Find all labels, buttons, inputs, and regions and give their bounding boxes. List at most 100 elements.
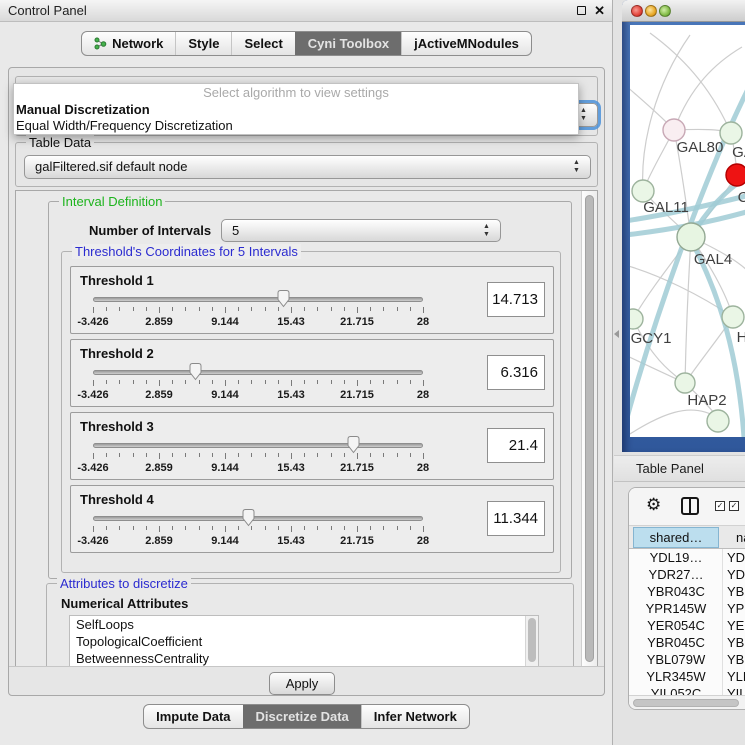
attribute-item[interactable]: BetweennessCentrality [70, 650, 538, 667]
slider-thumb[interactable] [188, 362, 203, 381]
close-traffic-light[interactable] [631, 5, 643, 17]
tab-select[interactable]: Select [231, 32, 294, 55]
slider-thumb[interactable] [241, 508, 256, 527]
cell-name[interactable]: YBL0 [727, 651, 745, 668]
slider-tick-label: 21.715 [340, 316, 374, 328]
table-row[interactable]: YDR27… YDR2 [629, 566, 745, 583]
slider-track[interactable] [93, 516, 423, 521]
attributes-scrollbar[interactable] [525, 616, 538, 666]
network-edge[interactable] [685, 237, 691, 383]
tab-cyni-toolbox[interactable]: Cyni Toolbox [295, 32, 401, 55]
slider-track[interactable] [93, 370, 423, 375]
network-edge[interactable] [630, 265, 733, 317]
table-row[interactable]: YLR345W YLR3 [629, 668, 745, 685]
apply-button[interactable]: Apply [269, 672, 335, 695]
numerical-attributes-label: Numerical Attributes [61, 596, 188, 611]
threshold-slider[interactable]: -3.4262.8599.14415.4321.71528 [85, 362, 445, 406]
zoom-traffic-light[interactable] [659, 5, 671, 17]
checkbox-icon[interactable]: ✓ [729, 501, 739, 511]
checkbox-icon[interactable]: ✓ [715, 501, 725, 511]
column-header-name[interactable]: na [736, 527, 745, 548]
settings-vertical-scrollbar[interactable] [581, 191, 597, 666]
threshold-value-field[interactable]: 14.713 [487, 282, 545, 317]
algorithm-option-equal-width[interactable]: Equal Width/Frequency Discretization [14, 118, 578, 134]
algorithm-placeholder-option[interactable]: Select algorithm to view settings [14, 84, 578, 102]
number-of-intervals-combobox[interactable]: 5 ▲▼ [221, 219, 501, 242]
threshold-slider[interactable]: -3.4262.8599.14415.4321.71528 [85, 435, 445, 479]
cell-shared-name[interactable]: YER054C [633, 617, 719, 634]
table-row[interactable]: YBR045C YBR0 [629, 634, 745, 651]
cell-name[interactable]: YDR2 [727, 566, 745, 583]
network-node-gal4[interactable] [677, 223, 705, 251]
cell-name[interactable]: YLR3 [727, 668, 745, 685]
tab-impute-data[interactable]: Impute Data [144, 705, 242, 728]
cell-name[interactable]: YBR0 [727, 583, 745, 600]
cell-shared-name[interactable]: YDR27… [633, 566, 719, 583]
tab-style[interactable]: Style [175, 32, 231, 55]
gear-icon[interactable]: ⚙ [646, 495, 661, 515]
table-row[interactable]: YBR043C YBR0 [629, 583, 745, 600]
slider-track[interactable] [93, 443, 423, 448]
settings-scrollbar-thumb[interactable] [585, 195, 594, 662]
cell-shared-name[interactable]: YPR145W [633, 600, 719, 617]
attribute-item[interactable]: TopologicalCoefficient [70, 633, 538, 650]
tab-discretize-data[interactable]: Discretize Data [243, 705, 361, 728]
float-window-icon[interactable] [577, 6, 586, 15]
network-edge[interactable] [630, 410, 718, 437]
slider-tick [383, 380, 384, 384]
network-node[interactable] [707, 410, 729, 432]
close-icon[interactable]: ✕ [594, 1, 605, 21]
tab-jactivemnodules[interactable]: jActiveMNodules [401, 32, 531, 55]
slider-tick [133, 380, 134, 384]
numerical-attributes-list[interactable]: SelfLoopsTopologicalCoefficientBetweenne… [69, 615, 539, 667]
cell-shared-name[interactable]: YBR043C [633, 583, 719, 600]
network-titlebar[interactable] [622, 0, 745, 22]
cell-name[interactable]: YBR0 [727, 634, 745, 651]
table-toolbar: ⚙ ✓ ✓ [629, 488, 745, 525]
slider-tick [93, 453, 94, 459]
cell-shared-name[interactable]: YBL079W [633, 651, 719, 668]
attributes-scrollbar-thumb[interactable] [528, 618, 536, 662]
table-hscrollbar-thumb[interactable] [633, 699, 739, 707]
tab-network[interactable]: Network [82, 32, 175, 55]
cell-name[interactable]: YER0 [727, 617, 745, 634]
threshold-value-field[interactable]: 21.4 [487, 428, 545, 463]
column-header-shared[interactable]: shared… [633, 527, 719, 548]
table-data-combobox[interactable]: galFiltered.sif default node ▲▼ [24, 155, 591, 179]
slider-tick [251, 380, 252, 384]
cell-shared-name[interactable]: YLR345W [633, 668, 719, 685]
table-row[interactable]: YPR145W YPR1 [629, 600, 745, 617]
threshold-slider[interactable]: -3.4262.8599.14415.4321.71528 [85, 289, 445, 333]
network-node-c[interactable] [726, 164, 745, 186]
threshold-value-field[interactable]: 6.316 [487, 355, 545, 390]
algorithm-option-manual[interactable]: Manual Discretization [14, 102, 578, 118]
tab-infer-network[interactable]: Infer Network [361, 705, 469, 728]
table-row[interactable]: YBL079W YBL0 [629, 651, 745, 668]
network-node-h[interactable] [722, 306, 744, 328]
slider-tick [225, 453, 226, 459]
network-node-gal80[interactable] [663, 119, 685, 141]
threshold-slider[interactable]: -3.4262.8599.14415.4321.71528 [85, 508, 445, 552]
cell-name[interactable]: YPR1 [727, 600, 745, 617]
network-node-hap2[interactable] [675, 373, 695, 393]
table-row[interactable]: YDL19… YDL1 [629, 549, 745, 566]
slider-tick-label: -3.426 [77, 535, 108, 547]
cell-shared-name[interactable]: YDL19… [633, 549, 719, 566]
slider-thumb[interactable] [276, 289, 291, 308]
slider-thumb[interactable] [346, 435, 361, 454]
columns-icon[interactable] [681, 497, 699, 515]
network-node-gcy1[interactable] [630, 309, 643, 329]
slider-track[interactable] [93, 297, 423, 302]
table-row[interactable]: YER054C YER0 [629, 617, 745, 634]
attribute-item[interactable]: SelfLoops [70, 616, 538, 633]
network-edge[interactable] [643, 35, 690, 191]
network-canvas[interactable]: GAL80GACGAL11GAL4HGCY1HAP2 [630, 25, 745, 437]
table-horizontal-scrollbar[interactable] [629, 695, 745, 709]
cell-shared-name[interactable]: YBR045C [633, 634, 719, 651]
network-node-label: GCY1 [631, 330, 672, 347]
minimize-traffic-light[interactable] [645, 5, 657, 17]
splitter-arrow[interactable] [614, 330, 619, 338]
threshold-value-field[interactable]: 11.344 [487, 501, 545, 536]
network-node-ga[interactable] [720, 122, 742, 144]
cell-name[interactable]: YDL1 [727, 549, 745, 566]
